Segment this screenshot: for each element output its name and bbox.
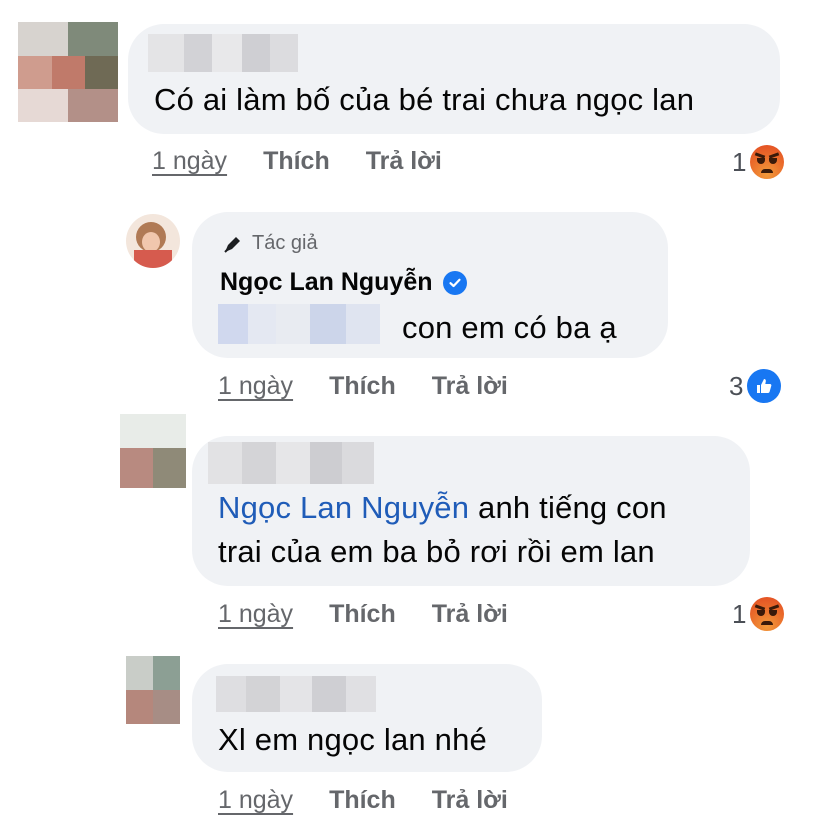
comment-actions: 1 ngày Thích Trả lời	[218, 372, 508, 401]
reply-button[interactable]: Trả lời	[366, 147, 442, 175]
avatar[interactable]	[126, 656, 180, 724]
comment-actions: 1 ngày Thích Trả lời	[218, 600, 508, 629]
comment-bubble: Có ai làm bố của bé trai chưa ngọc lan	[128, 24, 780, 134]
mention-link[interactable]: Ngọc Lan Nguyễn	[218, 490, 469, 525]
timestamp-link[interactable]: 1 ngày	[218, 600, 293, 628]
pen-icon	[224, 236, 240, 253]
comment-bubble: Xl em ngọc lan nhé	[192, 664, 542, 772]
comment-bubble: Ngọc Lan Nguyễn anh tiếng con trai của e…	[192, 436, 750, 586]
comment-text: Có ai làm bố của bé trai chưa ngọc lan	[154, 82, 695, 117]
redacted-author-name	[148, 34, 298, 72]
author-badge: Tác giả	[222, 232, 318, 255]
comment-text: Ngọc Lan Nguyễn anh tiếng con	[218, 490, 667, 526]
comment-actions: 1 ngày Thích Trả lời	[152, 147, 442, 176]
author-name: Ngọc Lan Nguyễn	[220, 268, 433, 296]
reply-button[interactable]: Trả lời	[432, 372, 508, 400]
reply-button[interactable]: Trả lời	[432, 600, 508, 628]
author-badge-label: Tác giả	[252, 232, 318, 254]
timestamp-link[interactable]: 1 ngày	[218, 786, 293, 814]
comment-text: con em có ba ạ	[402, 310, 617, 345]
reaction-count: 3	[729, 370, 744, 401]
avatar[interactable]	[126, 214, 180, 268]
angry-reaction-icon	[750, 145, 785, 179]
comment-bubble: Tác giả Ngọc Lan Nguyễn con em có ba ạ	[192, 212, 668, 358]
author-name-link[interactable]: Ngọc Lan Nguyễn	[220, 268, 467, 297]
reaction-summary[interactable]: 1	[732, 597, 785, 631]
redacted-author-name	[208, 442, 374, 484]
reaction-summary[interactable]: 1	[732, 145, 785, 179]
comment-actions: 1 ngày Thích Trả lời	[218, 786, 508, 815]
reaction-count: 1	[732, 598, 747, 629]
like-button[interactable]: Thích	[329, 600, 396, 628]
reaction-count: 1	[732, 146, 747, 177]
comment-text: Xl em ngọc lan nhé	[218, 722, 487, 757]
comment-text-line1: anh tiếng con	[478, 490, 667, 525]
like-button[interactable]: Thích	[263, 147, 330, 175]
redacted-mention	[218, 304, 398, 344]
avatar[interactable]	[120, 414, 186, 488]
reaction-summary[interactable]: 3	[729, 369, 782, 403]
like-button[interactable]: Thích	[329, 786, 396, 814]
timestamp-link[interactable]: 1 ngày	[218, 372, 293, 400]
angry-reaction-icon	[750, 597, 785, 631]
timestamp-link[interactable]: 1 ngày	[152, 147, 227, 175]
avatar[interactable]	[18, 22, 118, 122]
verified-badge-icon	[442, 270, 467, 295]
comment-text-line2: trai của em ba bỏ rơi rồi em lan	[218, 534, 655, 569]
like-button[interactable]: Thích	[329, 372, 396, 400]
reply-button[interactable]: Trả lời	[432, 786, 508, 814]
like-reaction-icon	[747, 369, 782, 403]
redacted-author-name	[216, 676, 376, 712]
